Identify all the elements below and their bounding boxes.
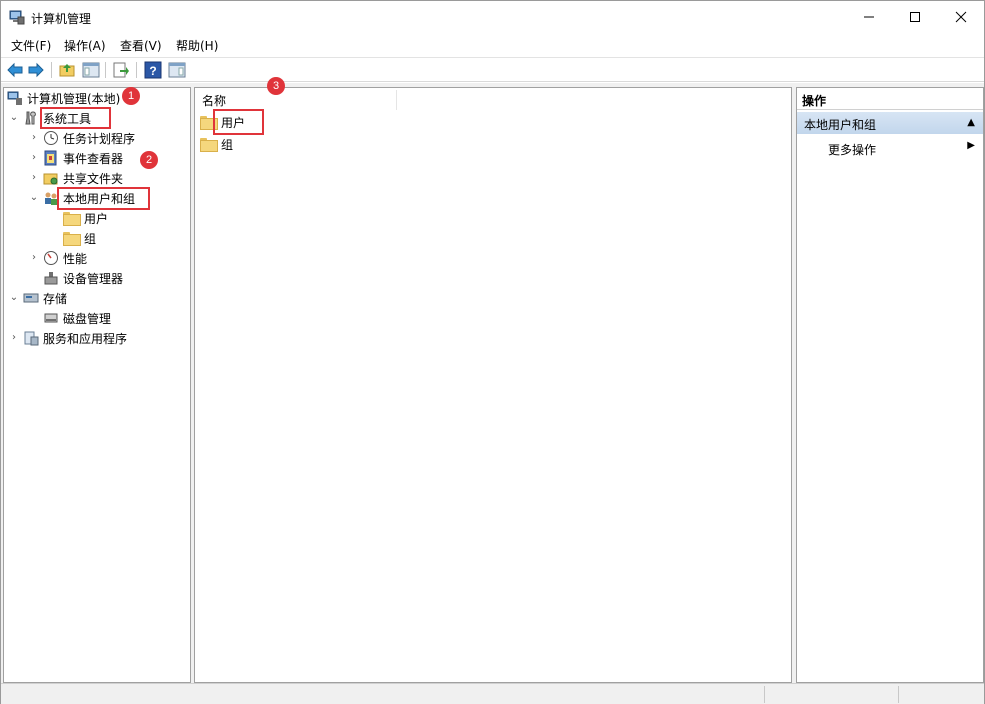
column-divider[interactable]: [396, 90, 397, 110]
menu-help[interactable]: 帮助(H): [176, 37, 218, 54]
forward-arrow-icon[interactable]: [27, 61, 45, 79]
close-button[interactable]: [938, 1, 984, 33]
menu-view[interactable]: 查看(V): [120, 37, 162, 54]
actions-title: 操作: [802, 94, 827, 108]
export-list-icon[interactable]: [112, 61, 130, 79]
tree-item-users[interactable]: 用户: [63, 208, 108, 228]
tree-item-task-scheduler[interactable]: › 任务计划程序: [28, 128, 135, 148]
computer-management-icon: [7, 91, 22, 105]
chevron-right-icon[interactable]: ›: [28, 132, 40, 144]
svg-text:?: ?: [149, 64, 156, 78]
folder-icon: [63, 232, 81, 246]
storage-icon: [23, 293, 39, 303]
tree-item-event-viewer[interactable]: › 事件查看器: [28, 148, 123, 168]
collapse-up-icon[interactable]: ▲: [967, 117, 975, 128]
performance-icon: [44, 251, 58, 265]
tree-label-services-apps: 服务和应用程序: [43, 331, 128, 346]
chevron-down-icon[interactable]: ⌄: [8, 112, 20, 124]
annotation-badge-3: 3: [267, 77, 285, 95]
computer-management-window: 计算机管理 文件(F) 操作(A) 查看(V) 帮助(H) ? 计算机管理(本地…: [0, 0, 985, 704]
toolbar: ?: [1, 57, 984, 82]
list-item-label: 组: [221, 137, 234, 152]
tree-item-shared-folders[interactable]: › 共享文件夹: [28, 168, 123, 188]
annotation-badge-2: 2: [140, 151, 158, 169]
folder-icon: [200, 138, 218, 152]
tree-item-services-apps[interactable]: › 服务和应用程序: [8, 328, 127, 348]
toolbar-separator: [136, 62, 137, 78]
status-divider: [764, 686, 765, 703]
tree-label-disk-management: 磁盘管理: [63, 311, 112, 326]
device-manager-icon: [44, 272, 58, 285]
chevron-right-icon[interactable]: ▶: [967, 140, 975, 151]
tree-item-performance[interactable]: › 性能: [28, 248, 87, 268]
shared-folder-icon: [43, 173, 58, 185]
disk-management-icon: [44, 313, 58, 323]
status-bar: [1, 683, 984, 704]
tree-item-disk-management[interactable]: 磁盘管理: [43, 308, 111, 328]
tree-label-root: 计算机管理(本地): [27, 91, 121, 106]
show-action-pane-icon[interactable]: [168, 61, 186, 79]
tree-item-device-manager[interactable]: 设备管理器: [43, 268, 123, 288]
column-header-name[interactable]: 名称: [202, 92, 226, 109]
chevron-down-icon[interactable]: ⌄: [28, 192, 40, 204]
help-icon[interactable]: ?: [144, 61, 162, 79]
show-tree-icon[interactable]: [82, 61, 100, 79]
status-divider: [898, 686, 899, 703]
list-header: 名称: [195, 88, 791, 110]
toolbar-separator: [105, 62, 106, 78]
folder-icon: [63, 212, 81, 226]
tree-label-event-viewer: 事件查看器: [63, 151, 124, 166]
title-bar: 计算机管理: [1, 1, 984, 33]
clock-icon: [44, 131, 58, 145]
event-viewer-icon: [44, 150, 57, 166]
tree-item-groups[interactable]: 组: [63, 228, 96, 248]
tree-label-users: 用户: [84, 211, 109, 226]
more-actions-item[interactable]: 更多操作: [828, 141, 876, 158]
tree-label-device-manager: 设备管理器: [63, 271, 124, 286]
tools-icon: [25, 111, 36, 125]
minimize-button[interactable]: [846, 1, 892, 33]
window-title: 计算机管理: [31, 12, 92, 26]
tree-label-groups: 组: [84, 231, 97, 246]
actions-section-local-users-groups[interactable]: 本地用户和组 ▲: [797, 112, 983, 134]
actions-pane: 操作 本地用户和组 ▲ 更多操作 ▶: [796, 87, 984, 683]
close-icon: [955, 11, 967, 23]
menu-action[interactable]: 操作(A): [64, 37, 106, 54]
list-item[interactable]: 组: [200, 134, 233, 154]
pane-area: 计算机管理(本地) ⌄ 系统工具 › 任务计划程序 › 事件查看器 › 共享文件…: [1, 83, 984, 683]
tree-label-task-scheduler: 任务计划程序: [63, 131, 136, 146]
chevron-right-icon[interactable]: ›: [28, 252, 40, 264]
tree-label-shared-folders: 共享文件夹: [63, 171, 124, 186]
chevron-right-icon[interactable]: ›: [28, 152, 40, 164]
annotation-badge-1: 1: [122, 87, 140, 105]
services-apps-icon: [24, 331, 39, 346]
computer-management-icon: [9, 10, 25, 25]
annotation-box-system-tools: [40, 107, 111, 129]
chevron-down-icon[interactable]: ⌄: [8, 292, 20, 304]
chevron-right-icon[interactable]: ›: [8, 332, 20, 344]
console-tree[interactable]: 计算机管理(本地) ⌄ 系统工具 › 任务计划程序 › 事件查看器 › 共享文件…: [3, 87, 191, 683]
tree-label-storage: 存储: [43, 291, 68, 306]
tree-label-performance: 性能: [63, 251, 88, 266]
actions-section-label: 本地用户和组: [804, 118, 877, 132]
toolbar-separator: [51, 62, 52, 78]
actions-header: 操作: [797, 88, 983, 110]
minimize-icon: [864, 16, 874, 18]
maximize-icon: [910, 12, 920, 22]
tree-item-root[interactable]: 计算机管理(本地): [7, 88, 120, 108]
results-list[interactable]: 名称 用户 组: [194, 87, 792, 683]
tree-item-storage[interactable]: ⌄ 存储: [8, 288, 67, 308]
menu-file[interactable]: 文件(F): [11, 37, 51, 54]
up-folder-icon[interactable]: [58, 61, 76, 79]
maximize-button[interactable]: [892, 1, 938, 33]
back-arrow-icon[interactable]: [6, 61, 24, 79]
chevron-right-icon[interactable]: ›: [28, 172, 40, 184]
annotation-box-local-users-groups: [57, 187, 150, 210]
annotation-box-users: [213, 109, 264, 135]
menu-bar: 文件(F) 操作(A) 查看(V) 帮助(H): [1, 34, 984, 56]
